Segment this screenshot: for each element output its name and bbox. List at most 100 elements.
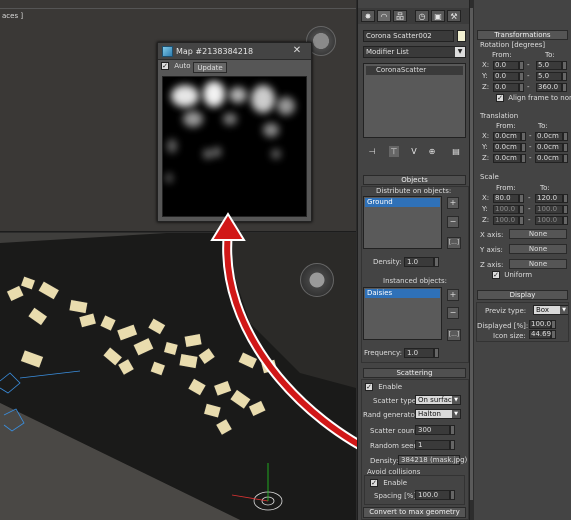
scatter-count-spinner[interactable]: 300 <box>415 425 450 435</box>
frequency-spinner[interactable]: 1.0 <box>404 348 434 358</box>
spinner-arrows[interactable] <box>450 425 455 435</box>
transformations-header[interactable]: Transformations <box>477 30 568 40</box>
spinner-arrows[interactable] <box>519 72 524 81</box>
spinner-arrows[interactable] <box>562 61 567 70</box>
enable-checkbox[interactable]: ✓ <box>365 383 373 391</box>
spinner-arrows[interactable] <box>519 205 524 214</box>
pin-stack-icon[interactable]: ⊣ <box>367 146 377 157</box>
configure-sets-icon[interactable]: ▤ <box>451 146 461 157</box>
spinner-arrows[interactable] <box>563 194 568 203</box>
translation-z-to[interactable]: 0.0cm <box>535 154 563 163</box>
rotation-y-to[interactable]: 5.0 <box>536 72 562 81</box>
pick-list-button[interactable]: [...] <box>447 237 461 249</box>
rotation-x-from[interactable]: 0.0 <box>493 61 519 70</box>
spinner-arrows[interactable] <box>519 194 524 203</box>
rotation-y-from[interactable]: 0.0 <box>493 72 519 81</box>
remove-button[interactable]: − <box>447 216 459 228</box>
modifier-stack[interactable]: CoronaScatter <box>363 63 466 138</box>
align-checkbox[interactable]: ✓ <box>496 94 504 102</box>
scatter-type-dropdown[interactable]: On surface ▼ <box>415 395 461 405</box>
spinner-arrows[interactable] <box>563 132 568 141</box>
spinner-arrows[interactable] <box>521 154 526 163</box>
tab-hierarchy[interactable]: 品 <box>393 10 407 22</box>
translation-x-from[interactable]: 0.0cm <box>493 132 521 141</box>
spinner-arrows[interactable] <box>434 348 439 358</box>
distribute-label: Distribute on objects: <box>376 187 452 195</box>
spinner-arrows[interactable] <box>450 440 455 450</box>
tab-utilities[interactable]: ⚒ <box>447 10 461 22</box>
uniform-row: ✓ Uniform <box>492 271 532 279</box>
scale-z-from[interactable]: 100.0 <box>493 216 519 225</box>
scale-y-to[interactable]: 100.0 <box>535 205 563 214</box>
translation-y-to[interactable]: 0.0cm <box>535 143 563 152</box>
chevron-down-icon: ▼ <box>452 410 460 418</box>
spinner-arrows[interactable] <box>563 205 568 214</box>
spacing-spinner[interactable]: 100.0 <box>415 490 450 500</box>
instanced-label: Instanced objects: <box>383 277 448 285</box>
display-header[interactable]: Display <box>477 290 568 300</box>
scale-y-from[interactable]: 100.0 <box>493 205 519 214</box>
remove-modifier-icon[interactable]: ⊕ <box>427 146 437 157</box>
rand-generator-dropdown[interactable]: Halton ▼ <box>415 409 461 419</box>
translation-x-to[interactable]: 0.0cm <box>535 132 563 141</box>
spinner-arrows[interactable] <box>519 83 524 92</box>
object-name-field[interactable]: Corona Scatter002 <box>363 30 454 42</box>
modifier-list-dropdown[interactable]: Modifier List ▼ <box>363 46 466 58</box>
scale-x-to[interactable]: 120.0 <box>535 194 563 203</box>
translation-z-from[interactable]: 0.0cm <box>493 154 521 163</box>
x-axis-map-button[interactable]: None <box>509 229 567 239</box>
range-dash: - <box>527 83 530 91</box>
distribute-list[interactable]: Ground <box>363 196 442 249</box>
spinner-arrows[interactable] <box>521 132 526 141</box>
random-seed-spinner[interactable]: 1 <box>415 440 450 450</box>
spinner-arrows[interactable] <box>562 83 567 92</box>
spinner-arrows[interactable] <box>519 216 524 225</box>
tab-display[interactable]: ▣ <box>431 10 445 22</box>
translation-y-from[interactable]: 0.0cm <box>493 143 521 152</box>
from-label: From: <box>492 51 512 59</box>
spinner-arrows[interactable] <box>563 216 568 225</box>
spinner-arrows[interactable] <box>562 72 567 81</box>
convert-button[interactable]: Convert to max geometry <box>363 507 466 518</box>
tab-modify[interactable]: ◠ <box>377 10 391 22</box>
show-end-result-icon[interactable]: ⊤ <box>389 146 399 157</box>
object-color-swatch[interactable] <box>457 30 466 42</box>
spinner-arrows[interactable] <box>450 490 455 500</box>
spinner-arrows[interactable] <box>519 61 524 70</box>
scattering-rollout-header[interactable]: Scattering <box>363 368 466 378</box>
add-button[interactable]: + <box>447 197 459 209</box>
spinner-arrows[interactable] <box>521 143 526 152</box>
avoid-enable-checkbox[interactable]: ✓ <box>370 479 378 487</box>
remove-button[interactable]: − <box>447 307 459 319</box>
stack-item[interactable]: CoronaScatter <box>366 66 463 75</box>
tab-create[interactable]: ✸ <box>361 10 375 22</box>
list-item[interactable]: Daisies <box>365 289 440 298</box>
transform-panel: Transformations Rotation [degrees] From:… <box>474 0 571 520</box>
rotation-z-from[interactable]: 0.0 <box>493 83 519 92</box>
axis-label: X: <box>482 132 490 140</box>
scale-z-to[interactable]: 100.0 <box>535 216 563 225</box>
tab-motion[interactable]: ◷ <box>415 10 429 22</box>
add-button[interactable]: + <box>447 289 459 301</box>
rotation-x-to[interactable]: 5.0 <box>536 61 562 70</box>
pick-list-button[interactable]: [...] <box>447 329 461 341</box>
range-dash: - <box>528 205 531 213</box>
instanced-list[interactable]: Daisies <box>363 287 442 340</box>
rotation-z-to[interactable]: 360.0 <box>536 83 562 92</box>
list-item[interactable]: Ground <box>365 198 440 207</box>
z-axis-map-button[interactable]: None <box>509 259 567 269</box>
spinner-arrows[interactable] <box>434 257 439 267</box>
make-unique-icon[interactable]: V <box>409 146 419 157</box>
objects-rollout-header[interactable]: Objects <box>363 175 466 185</box>
command-panel: ✸ ◠ 品 ◷ ▣ ⚒ Corona Scatter002 Modifier L… <box>357 0 470 520</box>
scrollbar-thumb[interactable] <box>470 8 473 500</box>
density-label: Density: <box>373 258 402 266</box>
y-axis-map-button[interactable]: None <box>509 244 567 254</box>
scale-x-from[interactable]: 80.0 <box>493 194 519 203</box>
spinner-arrows[interactable] <box>563 154 568 163</box>
uniform-label: Uniform <box>504 271 533 279</box>
spinner-arrows[interactable] <box>563 143 568 152</box>
uniform-checkbox[interactable]: ✓ <box>492 271 500 279</box>
density-map-button[interactable]: 384218 (mask.jpg) <box>398 455 467 465</box>
density-spinner[interactable]: 1.0 <box>404 257 434 267</box>
